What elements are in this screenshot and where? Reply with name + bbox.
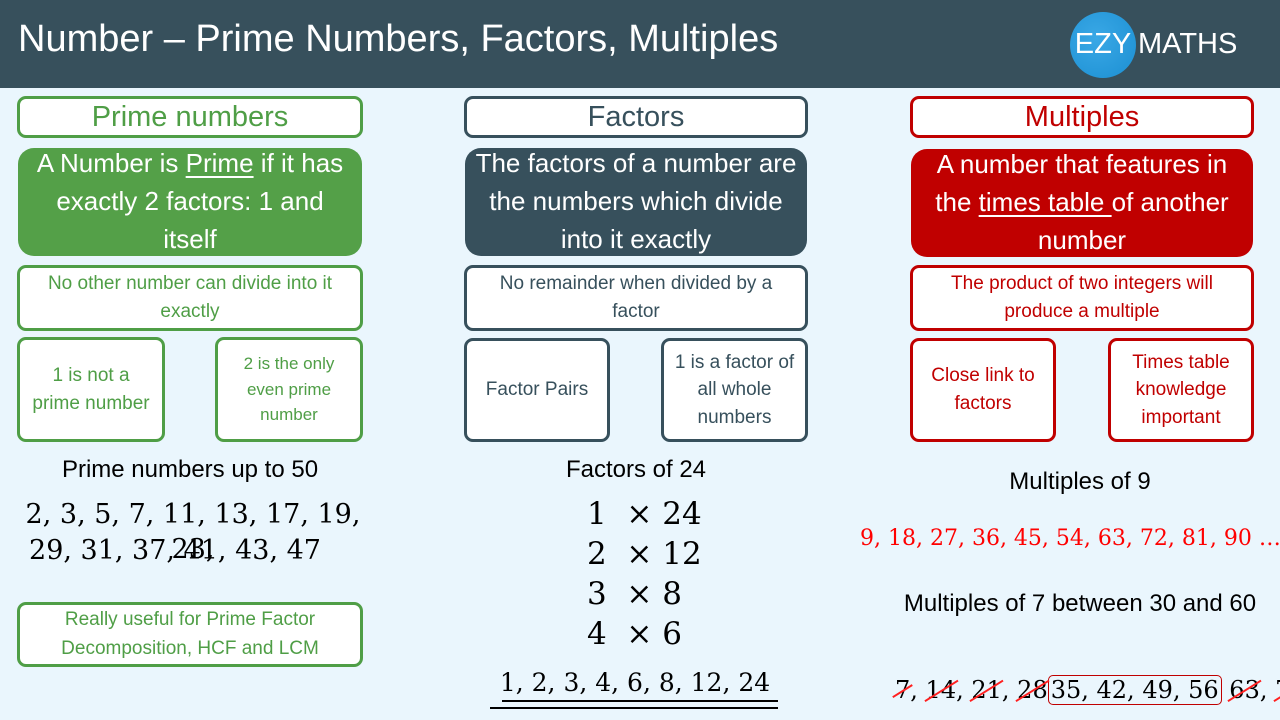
prime-heading: Prime numbers [17,96,363,138]
factors-heading: Factors [464,96,808,138]
page-title: Number – Prime Numbers, Factors, Multipl… [18,18,779,60]
crossed-number: 28 [1017,676,1048,704]
prime-card-right-text: 2 is the only even prime number [243,354,335,425]
multiples-definition: A number that features in the times tabl… [911,149,1253,257]
crossed-number: 70 [1275,676,1280,704]
multiples-card-right-text: Times table knowledge important [1132,351,1230,428]
multiples-subnote-text: The product of two integers will produce… [951,272,1213,323]
factors-definition: The factors of a number are the numbers … [465,148,807,256]
factors-card-right-text: 1 is a factor of all whole numbers [674,351,795,428]
multiples-heading: Multiples [910,96,1254,138]
prime-def-text: A Number is [36,148,186,179]
factors-underline-2 [490,707,778,709]
factors-subnote: No remainder when divided by a factor [464,265,808,331]
logo-maths: MATHS [1138,28,1238,60]
factors-card-one: 1 is a factor of all whole numbers [661,338,808,442]
multiples-card-link: Close link to factors [910,338,1056,442]
prime-heading-text: Prime numbers [91,100,289,133]
prime-card-even-prime: 2 is the only even prime number [215,337,363,442]
prime-card-not-prime: 1 is not a prime number [17,337,165,442]
in-range-multiples: 35, 42, 49, 56 [1047,675,1222,705]
crossed-number: 14 [925,676,957,704]
factors-card-left-text: Factor Pairs [485,379,589,401]
factors-underline-1 [502,700,778,702]
multiples-9-title: Multiples of 9 [1009,468,1151,495]
crossed-number: 63 [1229,676,1260,704]
prime-list-line2: 29, 31, 37, 41, 43, 47 [29,535,321,566]
logo-ezy: EZY [1074,28,1132,60]
header-bar: Number – Prime Numbers, Factors, Multipl… [0,0,1280,88]
prime-note-text: Really useful for Prime Factor Decomposi… [61,609,319,659]
factors-example-title: Factors of 24 [565,456,707,483]
factor-pair: 3 × 8 [587,576,682,612]
prime-subnote: No other number can divide into it exact… [17,265,363,331]
factor-pair: 2 × 12 [587,536,702,572]
prime-subnote-text: No other number can divide into it exact… [47,272,333,323]
crossed-number: 21 [971,676,1002,704]
factors-list: 1, 2, 3, 4, 6, 8, 12, 24 [499,668,771,697]
factors-heading-text: Factors [587,100,685,133]
factors-subnote-text: No remainder when divided by a factor [499,272,773,323]
multiples-card-times-table: Times table knowledge important [1108,338,1254,442]
factors-def-text: The factors of a number are the numbers … [475,148,797,254]
prime-definition: A Number is Prime if it has exactly 2 fa… [18,148,362,256]
factor-pair: 1 × 24 [587,496,702,532]
multiples-9-list: 9, 18, 27, 36, 45, 54, 63, 72, 81, 90 … [860,526,1280,551]
factor-pair: 4 × 6 [587,616,682,652]
prime-list-title: Prime numbers up to 50 [61,456,319,483]
multiples-7-sequence: 7, 14, 21, 2835, 42, 49, 56 63, 70 [895,675,1280,705]
factors-card-pairs: Factor Pairs [464,338,610,442]
multiples-def-underlined: times table [978,187,1112,218]
prime-def-underlined: Prime [185,148,254,179]
multiples-7-title: Multiples of 7 between 30 and 60 [903,590,1257,617]
multiples-heading-text: Multiples [1024,100,1140,133]
multiples-card-left-text: Close link to factors [931,365,1035,414]
prime-card-left-text: 1 is not a prime number [32,364,150,414]
prime-usefulness-note: Really useful for Prime Factor Decomposi… [17,602,363,667]
multiples-subnote: The product of two integers will produce… [910,265,1254,331]
crossed-number: 7 [895,676,911,704]
